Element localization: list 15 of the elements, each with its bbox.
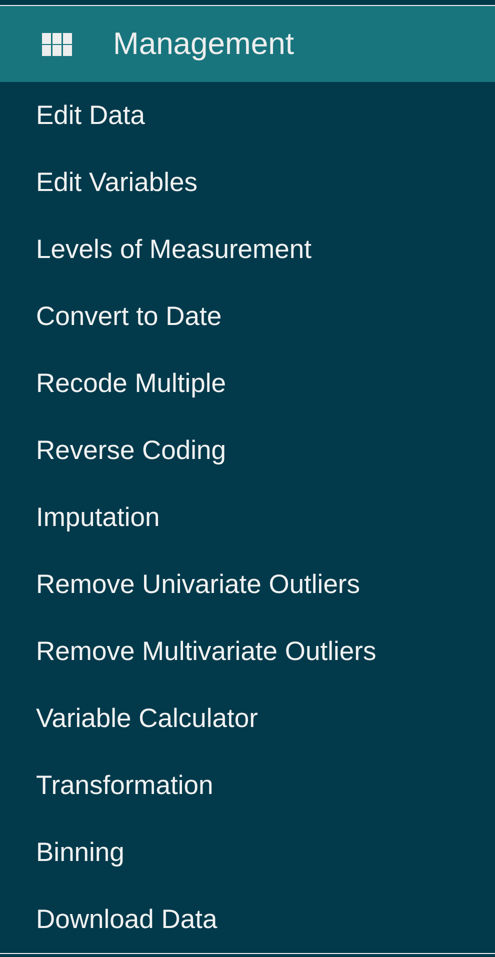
menu-item[interactable]: Reverse Coding	[0, 417, 495, 484]
menu-item[interactable]: Binning	[0, 819, 495, 886]
menu-item[interactable]: Remove Univariate Outliers	[0, 551, 495, 618]
menu-item[interactable]: Edit Variables	[0, 149, 495, 216]
menu-item[interactable]: Transformation	[0, 752, 495, 819]
menu-item[interactable]: Imputation	[0, 484, 495, 551]
menu-item[interactable]: Levels of Measurement	[0, 216, 495, 283]
menu-item[interactable]: Variable Calculator	[0, 685, 495, 752]
menu-title: Management	[113, 26, 294, 62]
grid-icon	[42, 32, 72, 56]
menu-item[interactable]: Edit Data	[0, 82, 495, 149]
menu-item[interactable]: Remove Multivariate Outliers	[0, 618, 495, 685]
menu-item[interactable]: Recode Multiple	[0, 350, 495, 417]
menu-item[interactable]: Download Data	[0, 886, 495, 953]
menu-item[interactable]: Convert to Date	[0, 283, 495, 350]
